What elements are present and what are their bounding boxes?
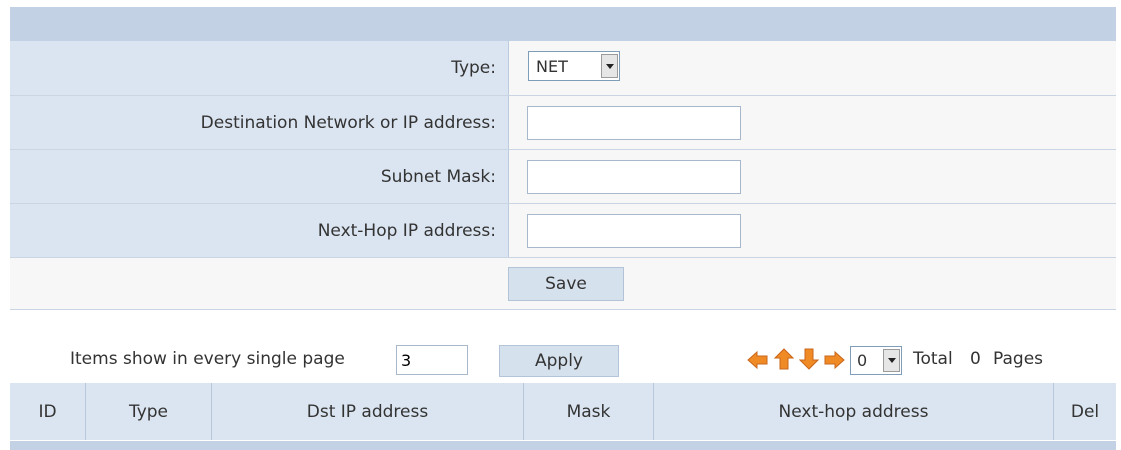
save-button[interactable]: Save	[508, 267, 624, 301]
apply-button[interactable]: Apply	[499, 345, 619, 377]
chevron-down-icon[interactable]	[601, 54, 618, 78]
arrow-down-icon[interactable]	[799, 348, 819, 370]
arrow-up-icon[interactable]	[774, 348, 794, 370]
next-hop-row: Next-Hop IP address:	[10, 204, 1116, 257]
column-header-type: Type	[86, 383, 212, 440]
pager-row: Items show in every single page Apply 0 …	[10, 340, 1116, 382]
chevron-down-icon[interactable]	[883, 349, 900, 372]
type-label: Type:	[10, 41, 509, 95]
items-per-page-input[interactable]	[396, 345, 468, 375]
type-select[interactable]: NET	[528, 51, 620, 81]
next-hop-value-cell	[509, 204, 1116, 257]
column-header-mask: Mask	[524, 383, 654, 440]
destination-value-cell	[509, 96, 1116, 149]
page-select[interactable]: 0	[850, 346, 902, 375]
subnet-mask-row: Subnet Mask:	[10, 150, 1116, 203]
table-footer-bar	[10, 441, 1116, 450]
pages-label: Pages	[993, 349, 1044, 369]
save-row: Save	[10, 258, 1116, 310]
page-select-value: 0	[857, 351, 868, 370]
subnet-mask-label: Subnet Mask:	[10, 150, 509, 203]
column-header-del: Del	[1070, 401, 1100, 422]
column-header-id: ID	[10, 383, 86, 440]
type-select-value: NET	[536, 56, 568, 76]
type-row: Type: NET	[10, 41, 1116, 95]
subnet-mask-input[interactable]	[527, 160, 741, 194]
table-header-row: ID Type Dst IP address Mask Next-hop add…	[10, 383, 1116, 440]
destination-label: Destination Network or IP address:	[10, 96, 509, 149]
items-per-page-label: Items show in every single page	[70, 349, 345, 369]
subnet-mask-value-cell	[509, 150, 1116, 203]
column-header-dst-ip: Dst IP address	[212, 383, 524, 440]
column-header-next-hop: Next-hop address	[654, 383, 1054, 440]
arrow-right-icon[interactable]	[823, 350, 845, 370]
form-header-bar	[10, 7, 1116, 41]
next-hop-label: Next-Hop IP address:	[10, 204, 509, 257]
total-value: 0	[970, 349, 981, 369]
type-value-cell: NET	[509, 41, 1116, 95]
destination-row: Destination Network or IP address:	[10, 96, 1116, 149]
next-hop-input[interactable]	[527, 214, 741, 248]
total-label: Total	[913, 349, 953, 369]
arrow-left-icon[interactable]	[747, 350, 769, 370]
destination-input[interactable]	[527, 106, 741, 140]
